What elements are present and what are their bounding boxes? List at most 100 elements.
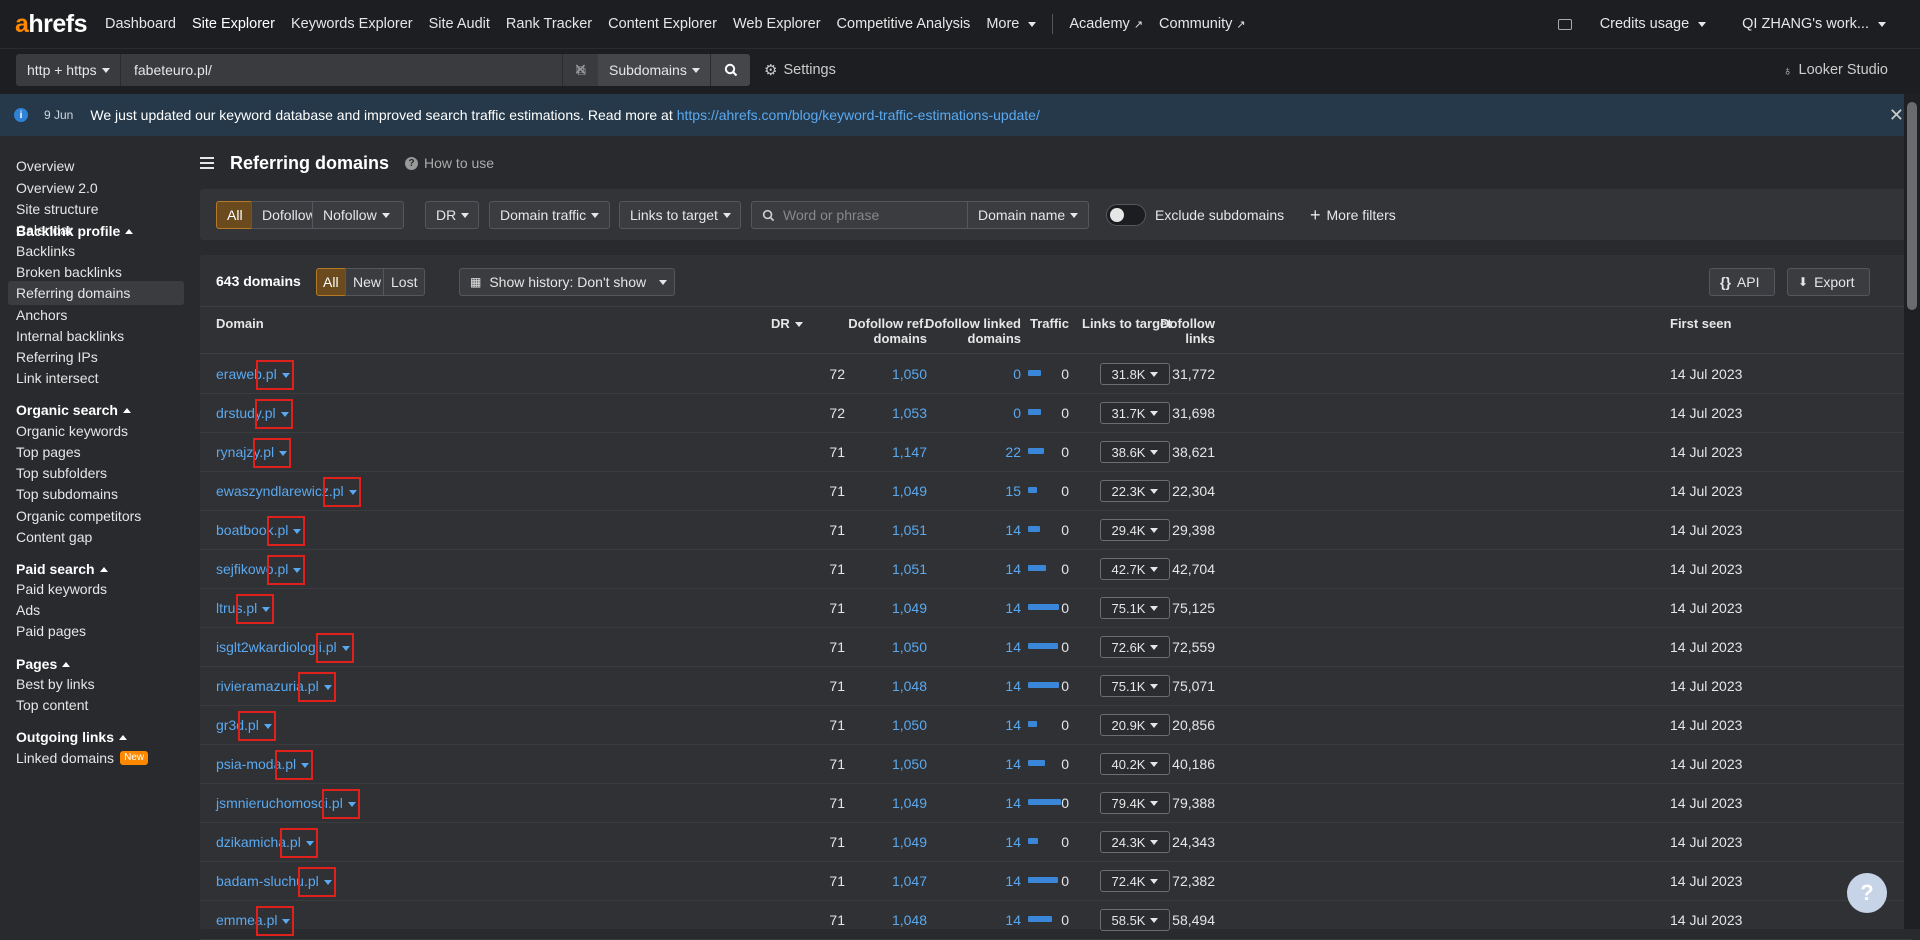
highlight-box [315,633,354,663]
filter-dofollow[interactable]: Dofollow [251,201,316,229]
external-link-icon: ↗ [1236,18,1246,31]
sidebar-section-pages[interactable]: Pages [16,656,71,672]
referring-domains-table: 643 domains All New Lost ▦ Show history: … [200,255,1912,940]
first-seen-value: 14 Jul 2023 [1670,756,1743,772]
chevron-down-icon [461,212,470,218]
search-icon [724,63,737,77]
table-row[interactable]: drstudy.pl 72 1,053 0 0 31.7K 31,698 14 Jul 202… [200,394,1912,433]
table-row[interactable]: emmea.pl 71 1,048 14 0 58.5K 58,494 14 Jul 2023 [200,901,1912,940]
chevron-down-icon [1698,21,1707,27]
first-seen-value: 14 Jul 2023 [1670,912,1743,928]
col-first-seen[interactable]: First seen [1670,316,1731,331]
nav-competitive-analysis[interactable]: Competitive Analysis [837,16,971,32]
highlight-box [255,360,294,390]
looker-studio-button[interactable]: ♁ Looker Studio [1783,54,1888,86]
settings-button[interactable]: ⚙ Settings [764,54,836,86]
sidebar-item-paid-pages[interactable]: Paid pages [8,619,184,643]
table-row[interactable]: sejfikowo.pl 71 1,051 14 0 42.7K 42,704 14 Jul … [200,550,1912,589]
nav-site-explorer[interactable]: Site Explorer [192,16,275,32]
credits-usage-menu[interactable]: Credits usage [1600,16,1707,32]
filter-domain-traffic[interactable]: Domain traffic [489,201,610,229]
domain-name-select[interactable]: Domain name [967,201,1089,229]
col-traffic[interactable]: Traffic [1000,316,1069,331]
tab-all[interactable]: All [316,268,346,296]
search-input[interactable]: Word or phrase [751,201,968,229]
table-row[interactable]: psia-moda.pl 71 1,050 14 0 40.2K 40,186 14 Jul … [200,745,1912,784]
table-row[interactable]: dzikamicha.pl 71 1,049 14 0 24.3K 24,343 14 Jul… [200,823,1912,862]
nav-content-explorer[interactable]: Content Explorer [608,16,717,32]
export-button[interactable]: ⬇ Export [1787,268,1870,296]
sidebar-section-organic-search[interactable]: Organic search [16,402,131,418]
protocol-select[interactable]: http + https [16,54,120,86]
new-badge: New [120,751,149,765]
table-row[interactable]: ewaszyndlarewicz.pl 71 1,049 15 0 22.3K 22,304… [200,472,1912,511]
show-history-select[interactable]: ▦ Show history: Don't show [459,268,675,296]
nav-site-audit[interactable]: Site Audit [429,16,490,32]
sidebar-item-content-gap[interactable]: Content gap [8,525,184,549]
filter-dr[interactable]: DR [425,201,479,229]
table-row[interactable]: jsmnieruchomosci.pl 71 1,049 14 0 79.4K 79,388… [200,784,1912,823]
dofollow-links-value: 75,071 [1172,678,1215,694]
col-dofollow-links[interactable]: Dofollow links [1150,316,1215,346]
clear-url-button[interactable]: ✕ [562,54,598,86]
filter-links-to-target[interactable]: Links to target [619,201,741,229]
sidebar-item-referring-domains[interactable]: Referring domains [8,281,184,305]
sidebar-item-top-content[interactable]: Top content [8,693,184,717]
target-bar: http + https fabeteuro.pl/⧉ ✕ Subdomains… [0,48,1920,94]
monitor-icon[interactable] [1557,18,1572,30]
sidebar-item-link-intersect[interactable]: Link intersect [8,366,184,390]
table-row[interactable]: ltrus.pl 71 1,049 14 0 75.1K 75,125 14 Jul 2023 [200,589,1912,628]
table-row[interactable]: eraweb.pl 72 1,050 0 0 31.8K 31,772 14 Jul 2023 [200,355,1912,394]
exclude-subdomains-toggle[interactable] [1106,204,1146,226]
page-header: Referring domains ? How to use [200,140,494,186]
search-button[interactable] [710,54,750,86]
filter-bar: All Dofollow Nofollow DR Domain traffic … [200,189,1912,240]
mode-select[interactable]: Subdomains [598,54,710,86]
links-bar [1028,838,1038,844]
ahrefs-logo[interactable]: ahrefs [15,10,97,39]
api-button[interactable]: {} API [1709,268,1775,296]
sidebar-item-top-subdomains[interactable]: Top subdomains [8,482,184,506]
sidebar-section-paid-search[interactable]: Paid search [16,561,108,577]
menu-icon[interactable] [200,157,214,169]
nav-keywords-explorer[interactable]: Keywords Explorer [291,16,413,32]
nav-more[interactable]: More [986,16,1037,32]
links-bar [1028,799,1061,805]
target-url-input[interactable]: fabeteuro.pl/⧉ [120,54,598,86]
sidebar-item-linked-domains[interactable]: Linked domains New [8,746,184,770]
links-bar [1028,916,1052,922]
sidebar-section-outgoing-links[interactable]: Outgoing links [16,729,127,745]
dofollow-links-value: 40,186 [1172,756,1215,772]
table-row[interactable]: rynajzy.pl 71 1,147 22 0 38.6K 38,621 14 Jul 20… [200,433,1912,472]
col-domain[interactable]: Domain [216,316,264,331]
chevron-down-icon [1878,21,1886,27]
top-navigation: ahrefs Dashboard Site Explorer Keywords … [0,0,1920,48]
close-icon[interactable]: ✕ [1889,105,1904,126]
nav-dashboard[interactable]: Dashboard [105,16,176,32]
workspace-menu[interactable]: QI ZHANG's work... [1742,16,1886,32]
filter-nofollow[interactable]: Nofollow [312,201,404,229]
page-scrollbar[interactable] [1904,94,1920,929]
dofollow-links-value: 29,398 [1172,522,1215,538]
sidebar-section-backlink-profile[interactable]: Backlink profile [16,223,134,239]
nav-academy[interactable]: Academy ↗ [1069,16,1143,32]
nav-rank-tracker[interactable]: Rank Tracker [506,16,592,32]
nav-web-explorer[interactable]: Web Explorer [733,16,821,32]
filter-all[interactable]: All [216,201,252,229]
links-bar [1028,760,1045,766]
table-row[interactable]: gr3d.pl 71 1,050 14 0 20.9K 20,856 14 Jul 2023 [200,706,1912,745]
table-row[interactable]: badam-sluchu.pl 71 1,047 14 0 72.4K 72,382 14 J… [200,862,1912,901]
more-filters-button[interactable]: + More filters [1310,201,1396,229]
table-row[interactable]: rivieramazuria.pl 71 1,048 14 0 75.1K 75,071 14… [200,667,1912,706]
scrollbar-thumb[interactable] [1907,102,1917,310]
banner-link[interactable]: https://ahrefs.com/blog/keyword-traffic-… [677,107,1040,123]
how-to-use-link[interactable]: ? How to use [405,155,494,171]
tab-lost[interactable]: Lost [383,268,425,296]
links-bar [1028,409,1041,415]
table-row[interactable]: isglt2wkardiologii.pl 71 1,050 14 0 72.6K 72,5… [200,628,1912,667]
export-icon: ⬇ [1798,275,1809,289]
help-button[interactable]: ? [1847,873,1887,913]
tab-new[interactable]: New [345,268,384,296]
nav-community[interactable]: Community ↗ [1159,16,1246,32]
table-row[interactable]: boatbook.pl 71 1,051 14 0 29.4K 29,398 14 Jul 2… [200,511,1912,550]
